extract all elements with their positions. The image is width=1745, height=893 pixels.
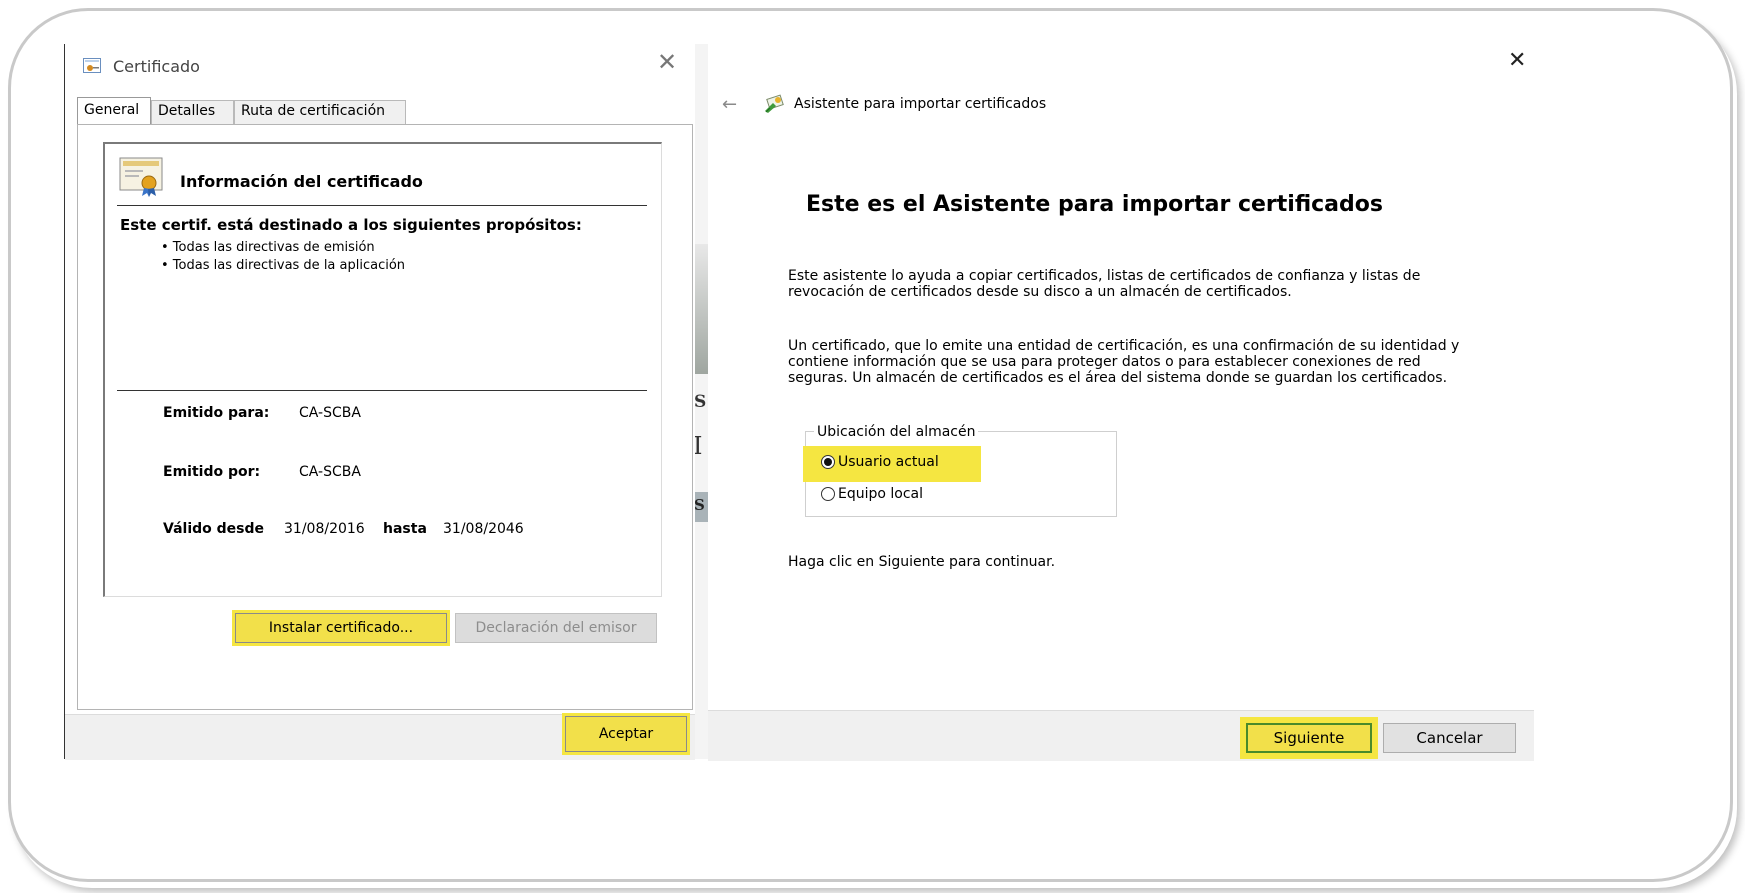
radio-label: Equipo local: [838, 486, 924, 502]
radio-local-machine[interactable]: Equipo local: [821, 486, 923, 502]
valid-from-label: Válido desde: [163, 521, 264, 537]
next-button[interactable]: Siguiente: [1246, 723, 1372, 753]
continue-instruction: Haga clic en Siguiente para continuar.: [788, 554, 1056, 570]
info-heading: Información del certificado: [180, 172, 423, 191]
valid-to-value: 31/08/2046: [443, 521, 524, 537]
store-location-label: Ubicación del almacén: [814, 424, 979, 440]
tab-certification-path[interactable]: Ruta de certificación: [234, 100, 406, 124]
purpose-item: • Todas las directivas de emisión: [161, 240, 375, 255]
install-certificate-button[interactable]: Instalar certificado...: [235, 613, 447, 643]
radio-button[interactable]: [821, 487, 835, 501]
purposes-title: Este certif. está destinado a los siguie…: [120, 216, 582, 234]
certificate-dialog: Certificado ✕ General Detalles Ruta de c…: [64, 44, 695, 760]
valid-to-label: hasta: [383, 521, 427, 537]
valid-from-value: 31/08/2016: [284, 521, 365, 537]
certificate-icon: [119, 157, 163, 197]
wizard-title: Asistente para importar certificados: [794, 96, 1047, 112]
purpose-item: • Todas las directivas de la aplicación: [161, 258, 406, 273]
cancel-button[interactable]: Cancelar: [1383, 723, 1516, 753]
import-wizard: ✕ ← Asistente para importar certificados…: [708, 44, 1534, 761]
radio-label: Usuario actual: [838, 454, 939, 470]
tab-general[interactable]: General: [77, 97, 151, 125]
certificate-wizard-icon: [765, 94, 784, 113]
divider: [117, 390, 647, 391]
issued-by-value: CA-SCBA: [299, 464, 361, 480]
radio-button-selected[interactable]: [821, 455, 835, 469]
issued-to-value: CA-SCBA: [299, 405, 361, 421]
tab-details[interactable]: Detalles: [151, 100, 234, 124]
wizard-heading: Este es el Asistente para importar certi…: [806, 192, 1383, 217]
certificate-icon: [83, 58, 101, 73]
close-icon[interactable]: ✕: [1508, 48, 1526, 73]
accept-button[interactable]: Aceptar: [565, 716, 687, 752]
radio-current-user[interactable]: Usuario actual: [821, 454, 939, 470]
background-fragment: S: [694, 392, 707, 412]
dialog-title: Certificado: [113, 57, 200, 76]
wizard-description-text: Un certificado, que lo emite una entidad…: [788, 338, 1460, 386]
wizard-intro-text: Este asistente lo ayuda a copiar certifi…: [788, 268, 1421, 300]
divider: [117, 205, 647, 206]
background-fragment: S: [694, 496, 705, 514]
close-icon[interactable]: ✕: [657, 48, 677, 76]
issued-to-label: Emitido para:: [163, 405, 270, 421]
issued-by-label: Emitido por:: [163, 464, 261, 480]
issuer-statement-button[interactable]: Declaración del emisor: [455, 613, 657, 643]
back-arrow-icon[interactable]: ←: [722, 94, 737, 115]
